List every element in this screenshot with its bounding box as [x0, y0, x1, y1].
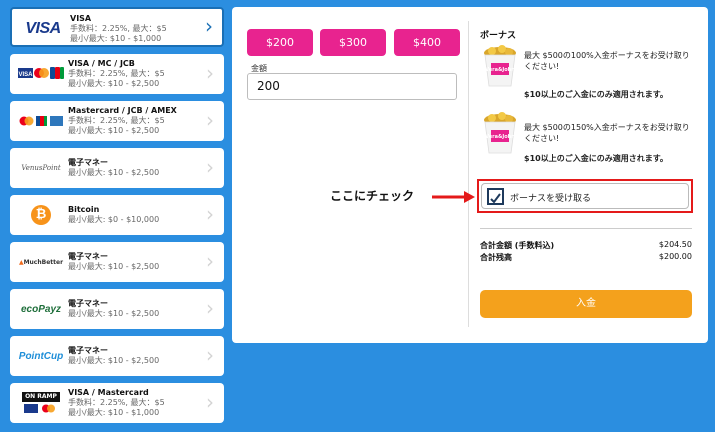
payment-method-limits: 最小/最大: $10 - $2,500 — [68, 356, 160, 365]
payment-method-limits: 最小/最大: $0 - $10,000 — [68, 215, 160, 224]
payment-method-title: VISA / Mastercard — [68, 388, 149, 397]
payment-method-limits: 最小/最大: $10 - $2,500 — [68, 262, 160, 271]
deposit-panel: $200 $300 $400 金額 200 ボーナス Vera&John 最大 … — [232, 7, 708, 343]
payment-method-fee: 手数料：2.25%, 最大：$5 — [68, 398, 165, 407]
svg-text:VISA: VISA — [18, 72, 33, 78]
payment-method-venus-point[interactable]: VenusPoint 電子マネー 最小/最大: $10 - $2,500 › — [10, 148, 224, 188]
summary-divider — [480, 228, 692, 229]
muchbetter-logo: ▲MuchBetter — [18, 258, 64, 266]
payment-method-title: 電子マネー — [68, 252, 108, 261]
annotation-text: ここにチェック — [330, 189, 415, 203]
bonus-offer-1-image: Vera&John — [480, 44, 520, 92]
bonus-offer-1-min: $10以上のご入金にのみ適用されます。 — [524, 90, 668, 99]
total-amount-label: 合計金額 (手数料込) — [480, 241, 555, 250]
payment-method-mc-jcb-amex[interactable]: Mastercard / JCB / AMEX 手数料：2.25%, 最大：$5… — [10, 101, 224, 141]
bonus-checkbox-row[interactable]: ボーナスを受け取る — [481, 183, 689, 209]
payment-method-bitcoin[interactable]: ₿ Bitcoin 最小/最大: $0 - $10,000 › — [10, 195, 224, 235]
bonus-checkbox[interactable] — [487, 188, 504, 205]
deposit-button[interactable]: 入金 — [480, 290, 692, 318]
bonus-offer-2-min: $10以上のご入金にのみ適用されます。 — [524, 154, 668, 163]
bonus-checkbox-highlight: ボーナスを受け取る — [477, 179, 693, 213]
bonus-offer-2-text: 最大 $500の150%入金ボーナスをお受け取りください! — [524, 123, 690, 143]
onramp-logo: ON RAMP — [15, 389, 67, 417]
amount-preset-400-button[interactable]: $400 — [394, 29, 460, 56]
chevron-right-icon: › — [206, 202, 214, 226]
chevron-right-icon: › — [206, 343, 214, 367]
payment-method-limits: 最小/最大: $10 - $1,000 — [70, 34, 162, 43]
payment-method-muchbetter[interactable]: ▲MuchBetter 電子マネー 最小/最大: $10 - $2,500 › — [10, 242, 224, 282]
bitcoin-logo: ₿ — [15, 201, 67, 229]
pointcup-logo: PointCup — [18, 350, 64, 362]
payment-method-fee: 手数料：2.25%, 最大：$5 — [68, 69, 165, 78]
total-balance-value: $200.00 — [658, 252, 692, 261]
payment-method-title: 電子マネー — [68, 346, 108, 355]
payment-method-fee: 手数料：2.25%, 最大：$5 — [68, 116, 165, 125]
chevron-right-icon: › — [205, 14, 213, 38]
chevron-right-icon: › — [206, 108, 214, 132]
payment-method-limits: 最小/最大: $10 - $2,500 — [68, 309, 160, 318]
amount-preset-200-button[interactable]: $200 — [247, 29, 313, 56]
bonus-checkbox-label: ボーナスを受け取る — [510, 194, 592, 204]
payment-method-visa[interactable]: VISA VISA 手数料：2.25%, 最大：$5 最小/最大: $10 - … — [10, 7, 224, 47]
chevron-right-icon: › — [206, 61, 214, 85]
payment-method-pointcup[interactable]: PointCup 電子マネー 最小/最大: $10 - $2,500 › — [10, 336, 224, 376]
chevron-right-icon: › — [206, 155, 214, 179]
payment-method-list: VISA VISA 手数料：2.25%, 最大：$5 最小/最大: $10 - … — [0, 0, 230, 432]
svg-text:Vera&John: Vera&John — [485, 134, 515, 140]
venus-point-logo: VenusPoint — [21, 164, 61, 172]
payment-method-title: 電子マネー — [68, 158, 108, 167]
mc-jcb-amex-logo — [15, 107, 67, 135]
total-amount-value: $204.50 — [658, 240, 692, 249]
payment-method-visa-mc-jcb[interactable]: VISA VISA / MC / JCB 手数料：2.25%, 最大：$5 最小… — [10, 54, 224, 94]
payment-method-limits: 最小/最大: $10 - $2,500 — [68, 168, 160, 177]
payment-method-ecopayz[interactable]: ecoPayz 電子マネー 最小/最大: $10 - $2,500 › — [10, 289, 224, 329]
total-balance-label: 合計残高 — [480, 253, 512, 262]
visa-logo: VISA — [25, 20, 61, 37]
payment-method-limits: 最小/最大: $10 - $2,500 — [68, 79, 160, 88]
panel-divider — [468, 21, 469, 327]
chevron-right-icon: › — [206, 296, 214, 320]
payment-method-fee: 手数料：2.25%, 最大：$5 — [70, 24, 167, 33]
bonus-offer-2-image: Vera&John — [480, 111, 520, 159]
payment-method-title: Bitcoin — [68, 205, 100, 214]
payment-method-limits: 最小/最大: $10 - $1,000 — [68, 408, 160, 417]
chevron-right-icon: › — [206, 249, 214, 273]
total-balance-row: 合計残高 $200.00 — [480, 252, 692, 263]
checkmark-icon — [490, 193, 501, 204]
payment-method-limits: 最小/最大: $10 - $2,500 — [68, 126, 160, 135]
payment-method-title: Mastercard / JCB / AMEX — [68, 106, 177, 115]
ecopayz-logo: ecoPayz — [20, 303, 62, 315]
payment-method-title: 電子マネー — [68, 299, 108, 308]
amount-preset-300-button[interactable]: $300 — [320, 29, 386, 56]
total-amount-row: 合計金額 (手数料込) $204.50 — [480, 240, 692, 251]
red-arrow-icon — [432, 191, 475, 203]
visa-mc-jcb-logo: VISA — [15, 60, 67, 88]
svg-text:Vera&John: Vera&John — [485, 67, 515, 73]
payment-method-title: VISA / MC / JCB — [68, 59, 135, 68]
payment-method-onramp[interactable]: ON RAMP VISA / Mastercard 手数料：2.25%, 最大：… — [10, 383, 224, 423]
bonus-offer-1-text: 最大 $500の100%入金ボーナスをお受け取りください! — [524, 51, 690, 71]
bonus-title: ボーナス — [480, 31, 517, 41]
payment-method-title: VISA — [70, 14, 92, 23]
amount-input[interactable]: 200 — [247, 73, 457, 100]
chevron-right-icon: › — [206, 390, 214, 414]
